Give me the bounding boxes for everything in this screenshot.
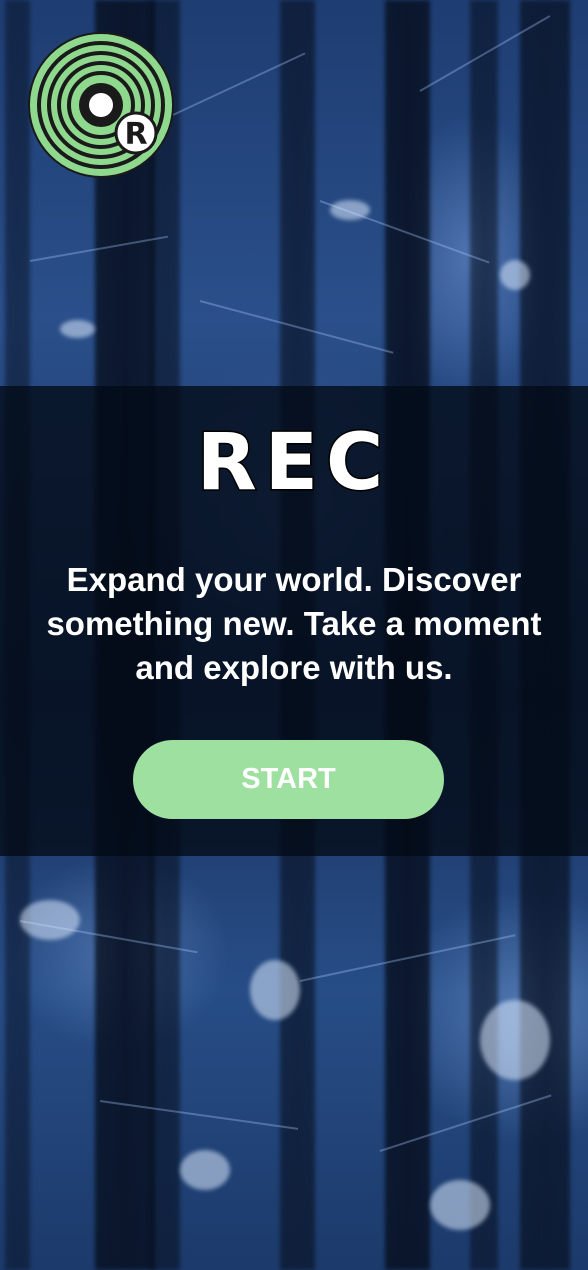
snow-patch [60, 320, 95, 338]
landing-screen: R REC Expand your world. Discover someth… [0, 0, 588, 1270]
tagline: Expand your world. Discover something ne… [46, 561, 542, 686]
snow-patch [480, 1000, 550, 1080]
snow-patch [250, 960, 300, 1020]
start-button[interactable]: START [133, 740, 444, 819]
snow-patch [180, 1150, 230, 1190]
logo-letter: R [124, 117, 147, 152]
vinyl-record-r-logo-icon: R [28, 32, 174, 178]
snow-patch [330, 200, 370, 220]
app-title: REC [195, 418, 392, 508]
snow-patch [430, 1180, 490, 1230]
snow-patch [500, 260, 530, 290]
snow-patch [20, 900, 80, 940]
